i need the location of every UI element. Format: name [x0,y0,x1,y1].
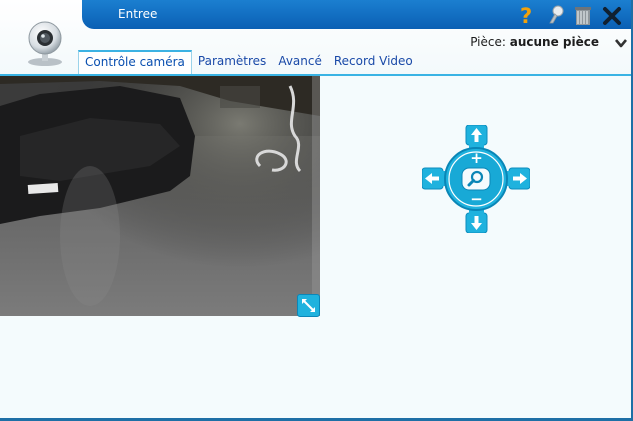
zoom-out-button[interactable]: − [466,190,487,208]
chevron-down-icon[interactable] [615,38,627,48]
arrow-up-icon[interactable] [466,125,487,145]
svg-text:?: ? [520,4,532,26]
arrow-left-icon[interactable] [422,168,443,189]
tab-bar: Contrôle caméra Paramètres Avancé Record… [78,50,419,76]
room-label: Pièce: [470,35,506,49]
tab-camera-control[interactable]: Contrôle caméra [78,50,192,76]
close-icon[interactable] [601,4,623,26]
tab-record-video[interactable]: Record Video [328,51,419,74]
arrow-right-icon[interactable] [509,168,530,189]
tab-parameters[interactable]: Paramètres [192,51,272,74]
expand-icon [302,299,315,312]
trash-icon[interactable] [572,4,594,26]
webcam-icon [28,21,62,66]
zoom-in-button[interactable]: + [466,149,487,167]
magnifier-icon[interactable] [464,169,488,189]
tab-advanced[interactable]: Avancé [272,51,328,74]
help-icon[interactable]: ? [515,4,537,26]
camera-feed [0,76,320,316]
room-value: aucune pièce [509,35,599,49]
pin-icon[interactable] [545,4,567,26]
window-title: Entree [118,7,158,21]
arrow-down-icon[interactable] [466,213,487,233]
header: Entree ? Pièce: aucune pièce Contrôle ca… [0,0,633,76]
fullscreen-button[interactable] [297,294,320,317]
app-window: Entree ? Pièce: aucune pièce Contrôle ca… [0,0,633,421]
room-selector: Pièce: aucune pièce [470,35,599,49]
